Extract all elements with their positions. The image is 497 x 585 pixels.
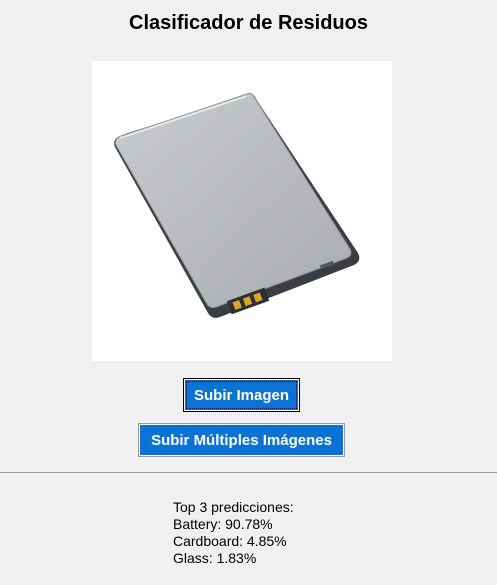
app-title: Clasificador de Residuos: [129, 12, 368, 34]
image-preview: [92, 61, 392, 361]
battery-image: [114, 92, 360, 318]
predictions-heading: Top 3 predicciones:: [173, 499, 294, 515]
predictions-panel: Top 3 predicciones: Battery: 90.78% Card…: [173, 499, 294, 567]
prediction-item: Battery: 90.78%: [173, 516, 273, 532]
divider: [0, 472, 497, 473]
upload-image-button[interactable]: Subir Imagen: [183, 378, 300, 412]
upload-multiple-images-button[interactable]: Subir Múltiples Imágenes: [138, 423, 345, 457]
prediction-item: Glass: 1.83%: [173, 550, 257, 566]
prediction-item: Cardboard: 4.85%: [173, 533, 287, 549]
